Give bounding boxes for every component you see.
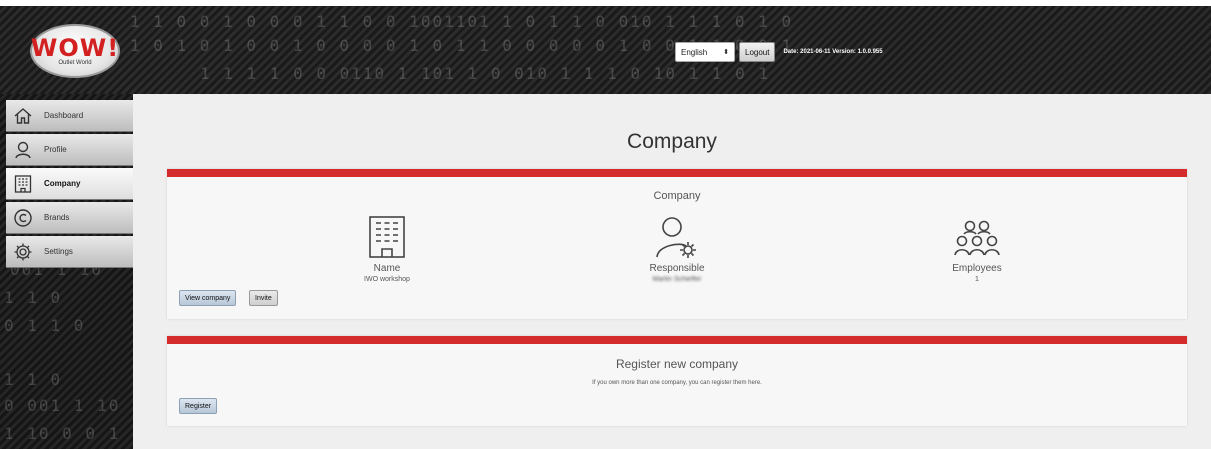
sidebar-item-profile[interactable]: Profile — [6, 134, 133, 166]
date-value: 2021-06-11 — [800, 49, 831, 55]
main-content: Company Company Name IWO workshop Respon… — [133, 94, 1211, 449]
page-title: Company — [627, 130, 717, 153]
sidebar-item-label: Profile — [44, 145, 67, 154]
sidebar: 001 1 10 1 1 0 0 1 1 0 1 1 0 0 001 1 10 … — [0, 94, 133, 449]
building-icon — [12, 173, 34, 195]
employees-value: 1 — [975, 276, 979, 283]
version-info: Date: 2021-06-11 Version: 1.0.0.955 — [783, 49, 882, 55]
invite-button[interactable]: Invite — [249, 290, 278, 306]
name-value: IWO workshop — [364, 276, 410, 283]
name-label: Name — [373, 263, 401, 274]
binary-decoration: 1 1 0 — [4, 288, 63, 307]
card-accent-bar — [167, 336, 1187, 344]
version-label: Version: — [832, 49, 856, 55]
gear-icon — [12, 241, 34, 263]
home-icon — [12, 105, 34, 127]
logout-button[interactable]: Logout — [739, 42, 776, 62]
card-title: Register new company — [615, 357, 739, 371]
company-card: Company Name IWO workshop Responsible Ma… — [167, 169, 1187, 319]
sidebar-item-label: Dashboard — [44, 111, 84, 120]
binary-decoration: 1 1 0 0 1 0 0 0 1 1 0 0 1001101 1 0 1 1 … — [130, 12, 794, 31]
logo[interactable]: WOW! Outlet World — [30, 24, 120, 78]
building-icon — [307, 215, 467, 259]
view-company-button[interactable]: View company — [179, 290, 237, 306]
company-responsible-column: Responsible Martin Schieffer — [597, 215, 757, 283]
person-icon — [12, 139, 34, 161]
users-group-icon — [897, 215, 1057, 259]
language-select[interactable]: English ⬍ — [675, 42, 735, 62]
sidebar-item-label: Settings — [44, 247, 73, 256]
binary-decoration: 1 10 0 0 1 1 — [4, 424, 133, 443]
sidebar-item-brands[interactable]: Brands — [6, 202, 133, 234]
company-name-column: Name IWO workshop — [307, 215, 467, 283]
sidebar-item-label: Brands — [44, 213, 70, 222]
sidebar-item-dashboard[interactable]: Dashboard — [6, 100, 133, 132]
company-employees-column: Employees 1 — [897, 215, 1057, 283]
logo-text: WOW! — [30, 33, 120, 62]
sidebar-item-company[interactable]: Company — [6, 168, 133, 200]
employees-label: Employees — [952, 263, 1002, 274]
language-value: English — [681, 47, 708, 57]
register-button[interactable]: Register — [179, 398, 218, 414]
sidebar-item-settings[interactable]: Settings — [6, 236, 133, 268]
binary-decoration: 0 1 1 0 — [4, 316, 86, 335]
binary-decoration: 1 1 0 — [4, 370, 63, 389]
binary-decoration: 1 1 1 1 0 0 0110 1 101 1 0 010 1 1 1 0 1… — [200, 64, 771, 83]
date-label: Date: — [783, 49, 799, 55]
select-arrows-icon: ⬍ — [723, 49, 729, 56]
register-description: If you own more than one company, you ca… — [592, 380, 762, 386]
header-bar: 1 1 0 0 1 0 0 0 1 1 0 0 1001101 1 0 1 1 … — [0, 6, 1211, 94]
card-title: Company — [653, 190, 701, 202]
copyright-icon — [12, 207, 34, 229]
version-value: 1.0.0.955 — [857, 49, 883, 55]
responsible-label: Responsible — [649, 263, 705, 274]
register-card: Register new company If you own more tha… — [167, 336, 1187, 426]
card-accent-bar — [167, 169, 1187, 177]
logo-subtext: Outlet World — [58, 59, 92, 66]
sidebar-item-label: Company — [44, 179, 81, 188]
binary-decoration: 0 001 1 10 — [4, 396, 121, 415]
header-controls: English ⬍ Logout Date: 2021-06-11 Versio… — [675, 42, 883, 62]
responsible-value: Martin Schieffer — [652, 276, 702, 283]
person-gear-icon — [597, 215, 757, 259]
